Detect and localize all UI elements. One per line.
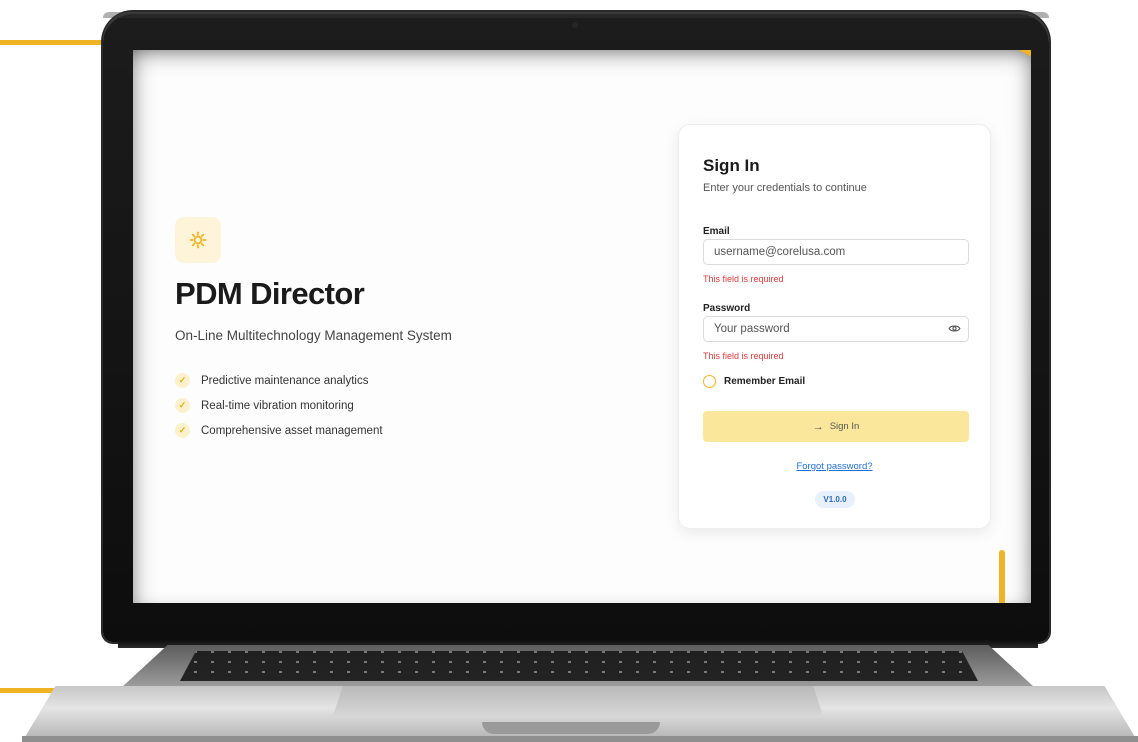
app-logo [175,217,221,263]
feature-label: Real-time vibration monitoring [201,399,354,412]
email-error: This field is required [703,274,784,284]
feature-list: ✓ Predictive maintenance analytics ✓ Rea… [175,368,383,443]
laptop-trackpad [333,686,823,716]
decorative-arc [999,550,1005,603]
email-label: Email [703,226,730,237]
camera-icon [572,22,578,28]
feature-item: ✓ Comprehensive asset management [175,418,383,443]
forgot-password-link[interactable]: Forgot password? [679,461,990,472]
login-screen: PDM Director On-Line Multitechnology Man… [133,50,1031,603]
eye-icon-graphic [947,325,961,331]
email-field[interactable] [703,239,969,265]
feature-item: ✓ Predictive maintenance analytics [175,368,383,393]
decorative-accent-line [0,688,60,693]
feature-item: ✓ Real-time vibration monitoring [175,393,383,418]
laptop-front-edge [22,736,1138,742]
signin-subtitle: Enter your credentials to continue [703,182,867,194]
version-badge: V1.0.0 [815,491,855,508]
laptop-bezel [103,12,1049,18]
check-icon: ✓ [175,373,190,388]
laptop-front-notch [482,722,660,734]
remember-email-row[interactable]: Remember Email [703,375,805,388]
signin-title: Sign In [703,156,760,175]
arrow-right-icon: → [812,420,824,433]
check-icon: ✓ [175,398,190,413]
signin-button[interactable]: → Sign In [703,411,969,442]
password-error: This field is required [703,351,784,361]
feature-label: Predictive maintenance analytics [201,374,369,387]
signin-card: Sign In Enter your credentials to contin… [678,124,991,529]
remember-email-checkbox[interactable] [703,375,716,388]
app-tagline: On-Line Multitechnology Management Syste… [175,328,452,343]
gear-sun-icon [189,231,207,249]
password-label: Password [703,303,751,314]
app-title: PDM Director [175,276,365,311]
check-icon: ✓ [175,423,190,438]
laptop-keyboard [180,651,978,681]
signin-button-label: Sign In [829,421,860,432]
remember-email-label: Remember Email [724,376,806,387]
eye-icon[interactable] [945,319,963,337]
feature-label: Comprehensive asset management [201,424,383,437]
password-field[interactable] [703,316,969,342]
